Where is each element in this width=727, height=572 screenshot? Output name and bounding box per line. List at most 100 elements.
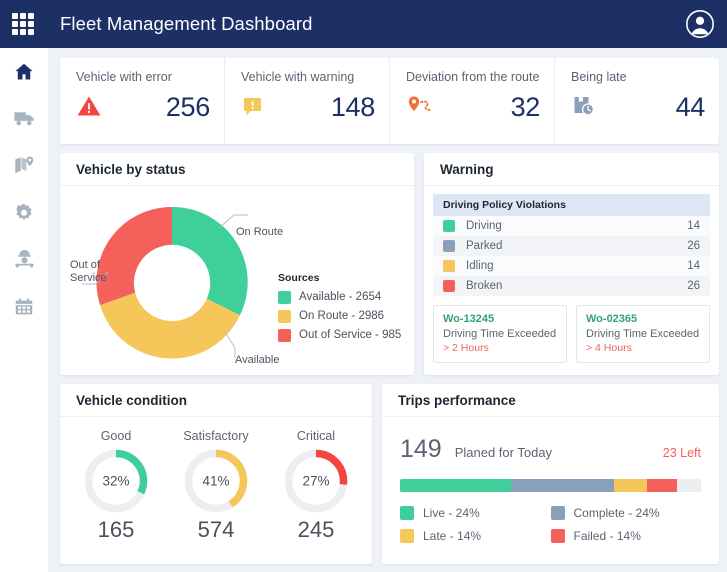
gauge-svg: 41% — [181, 446, 251, 516]
table-header-cell: Driving Policy Violations — [433, 194, 710, 216]
gauge-label: Good — [66, 429, 166, 443]
violation-swatch-driving — [443, 220, 455, 232]
work-order-desc: Driving Time Exceeded — [586, 327, 700, 341]
gauge-svg: 27% — [281, 446, 351, 516]
work-order-id: Wo-02365 — [586, 313, 700, 325]
legend-label: Out of Service - 985 — [299, 328, 401, 342]
kpi-card-being-late[interactable]: Being late 44 — [555, 58, 719, 144]
table-row[interactable]: Broken 26 — [433, 276, 710, 296]
kpi-card-vehicle-with-error[interactable]: Vehicle with error 256 — [60, 58, 225, 144]
kpi-value: 256 — [106, 92, 210, 123]
legend-swatch-live — [400, 506, 414, 520]
trips-planned-count: 149 — [400, 435, 442, 464]
gauge-percent: 32% — [102, 474, 129, 489]
kpi-value: 32 — [436, 92, 540, 123]
sidebar — [0, 48, 48, 572]
work-order-card[interactable]: Wo-02365 Driving Time Exceeded > 4 Hours — [576, 305, 710, 363]
truck-icon — [13, 107, 36, 130]
violation-label: Idling — [466, 260, 494, 272]
user-avatar-icon[interactable] — [685, 9, 715, 39]
table-row[interactable]: Driving 14 — [433, 216, 710, 236]
page-title: Fleet Management Dashboard — [60, 13, 313, 35]
warning-triangle-icon — [76, 94, 106, 122]
panel-title: Trips performance — [398, 393, 516, 408]
map-icon — [13, 154, 36, 177]
dashboard-root: Fleet Management Dashboard — [0, 0, 727, 572]
legend-swatch-complete — [551, 506, 565, 520]
app-grid-icon[interactable] — [12, 13, 34, 35]
gauge-critical[interactable]: Critical 27% 245 — [266, 429, 366, 543]
sidebar-item-vehicles[interactable] — [0, 95, 48, 142]
sidebar-item-calendar[interactable] — [0, 283, 48, 330]
kpi-card-deviation-from-the-route[interactable]: Deviation from the route 32 — [390, 58, 555, 144]
gauge-good[interactable]: Good 32% 165 — [66, 429, 166, 543]
violation-swatch-idling — [443, 260, 455, 272]
table-header-row: Driving Policy Violations — [433, 194, 710, 216]
bar-segment-failed — [647, 479, 677, 492]
work-order-duration: > 2 Hours — [443, 342, 557, 354]
gauge-total: 574 — [166, 517, 266, 543]
legend-item[interactable]: Complete - 24% — [551, 506, 702, 520]
violation-count: 14 — [664, 216, 710, 236]
sidebar-item-settings[interactable] — [0, 189, 48, 236]
violation-count: 26 — [664, 236, 710, 256]
driver-icon — [13, 248, 36, 271]
donut-legend: Sources Available - 2654 On Route - 2986… — [278, 272, 414, 347]
gauge-percent: 27% — [302, 474, 329, 489]
legend-item[interactable]: Failed - 14% — [551, 529, 702, 543]
work-order-id: Wo-13245 — [443, 313, 557, 325]
trips-stacked-bar — [400, 479, 701, 492]
violation-swatch-broken — [443, 280, 455, 292]
package-clock-icon — [571, 94, 601, 122]
violation-name-cell: Parked — [433, 236, 664, 256]
panel-title: Vehicle condition — [76, 393, 187, 408]
panel-header: Trips performance — [382, 384, 719, 417]
condition-gauges: Good 32% 165 Satisfactory — [60, 417, 372, 543]
donut-callout-on-route: On Route — [236, 226, 283, 239]
sidebar-item-home[interactable] — [0, 48, 48, 95]
legend-label: Complete - 24% — [574, 506, 660, 520]
gear-icon — [13, 202, 35, 224]
legend-label: Available - 2654 — [299, 290, 381, 304]
legend-item[interactable]: On Route - 2986 — [278, 309, 414, 323]
violation-count: 26 — [664, 276, 710, 296]
panel-vehicle-condition: Vehicle condition Good 32% 165 Satisfact… — [60, 384, 372, 564]
gauge-percent: 41% — [202, 474, 229, 489]
legend-title: Sources — [278, 272, 414, 284]
violation-label: Driving — [466, 220, 502, 232]
work-order-cards: Wo-13245 Driving Time Exceeded > 2 Hours… — [424, 296, 719, 363]
trips-legend: Live - 24% Complete - 24% Late - 14% — [400, 506, 701, 552]
legend-swatch-out-of-service — [278, 329, 291, 342]
legend-item[interactable]: Out of Service - 985 — [278, 328, 414, 342]
trips-summary: 149 Planed for Today 23 Left — [400, 435, 701, 464]
legend-label: Live - 24% — [423, 506, 480, 520]
legend-item[interactable]: Late - 14% — [400, 529, 551, 543]
table-row[interactable]: Idling 14 — [433, 256, 710, 276]
bottom-row: Vehicle condition Good 32% 165 Satisfact… — [60, 384, 719, 564]
table-row[interactable]: Parked 26 — [433, 236, 710, 256]
warning-body: Driving Policy Violations Driving — [424, 186, 719, 296]
work-order-duration: > 4 Hours — [586, 342, 700, 354]
legend-item[interactable]: Available - 2654 — [278, 290, 414, 304]
sidebar-item-map[interactable] — [0, 142, 48, 189]
bar-segment-remaining — [677, 479, 701, 492]
violation-name-cell: Driving — [433, 216, 664, 236]
kpi-row: Vehicle with error 256 Vehicle with warn… — [60, 58, 719, 144]
trips-planned-label: Planed for Today — [455, 445, 552, 460]
kpi-value: 148 — [271, 92, 375, 123]
sidebar-item-drivers[interactable] — [0, 236, 48, 283]
trips-body: 149 Planed for Today 23 Left — [382, 417, 719, 552]
panel-header: Warning — [424, 153, 719, 186]
legend-swatch-on-route — [278, 310, 291, 323]
bar-segment-late — [614, 479, 647, 492]
speech-bubble-alert-icon — [241, 94, 271, 122]
violation-label: Parked — [466, 240, 502, 252]
work-order-card[interactable]: Wo-13245 Driving Time Exceeded > 2 Hours — [433, 305, 567, 363]
kpi-card-vehicle-with-warning[interactable]: Vehicle with warning 148 — [225, 58, 390, 144]
gauge-satisfactory[interactable]: Satisfactory 41% 574 — [166, 429, 266, 543]
legend-label: On Route - 2986 — [299, 309, 384, 323]
bar-segment-complete — [511, 479, 613, 492]
map-pin-route-icon — [406, 94, 436, 122]
violation-swatch-parked — [443, 240, 455, 252]
legend-item[interactable]: Live - 24% — [400, 506, 551, 520]
